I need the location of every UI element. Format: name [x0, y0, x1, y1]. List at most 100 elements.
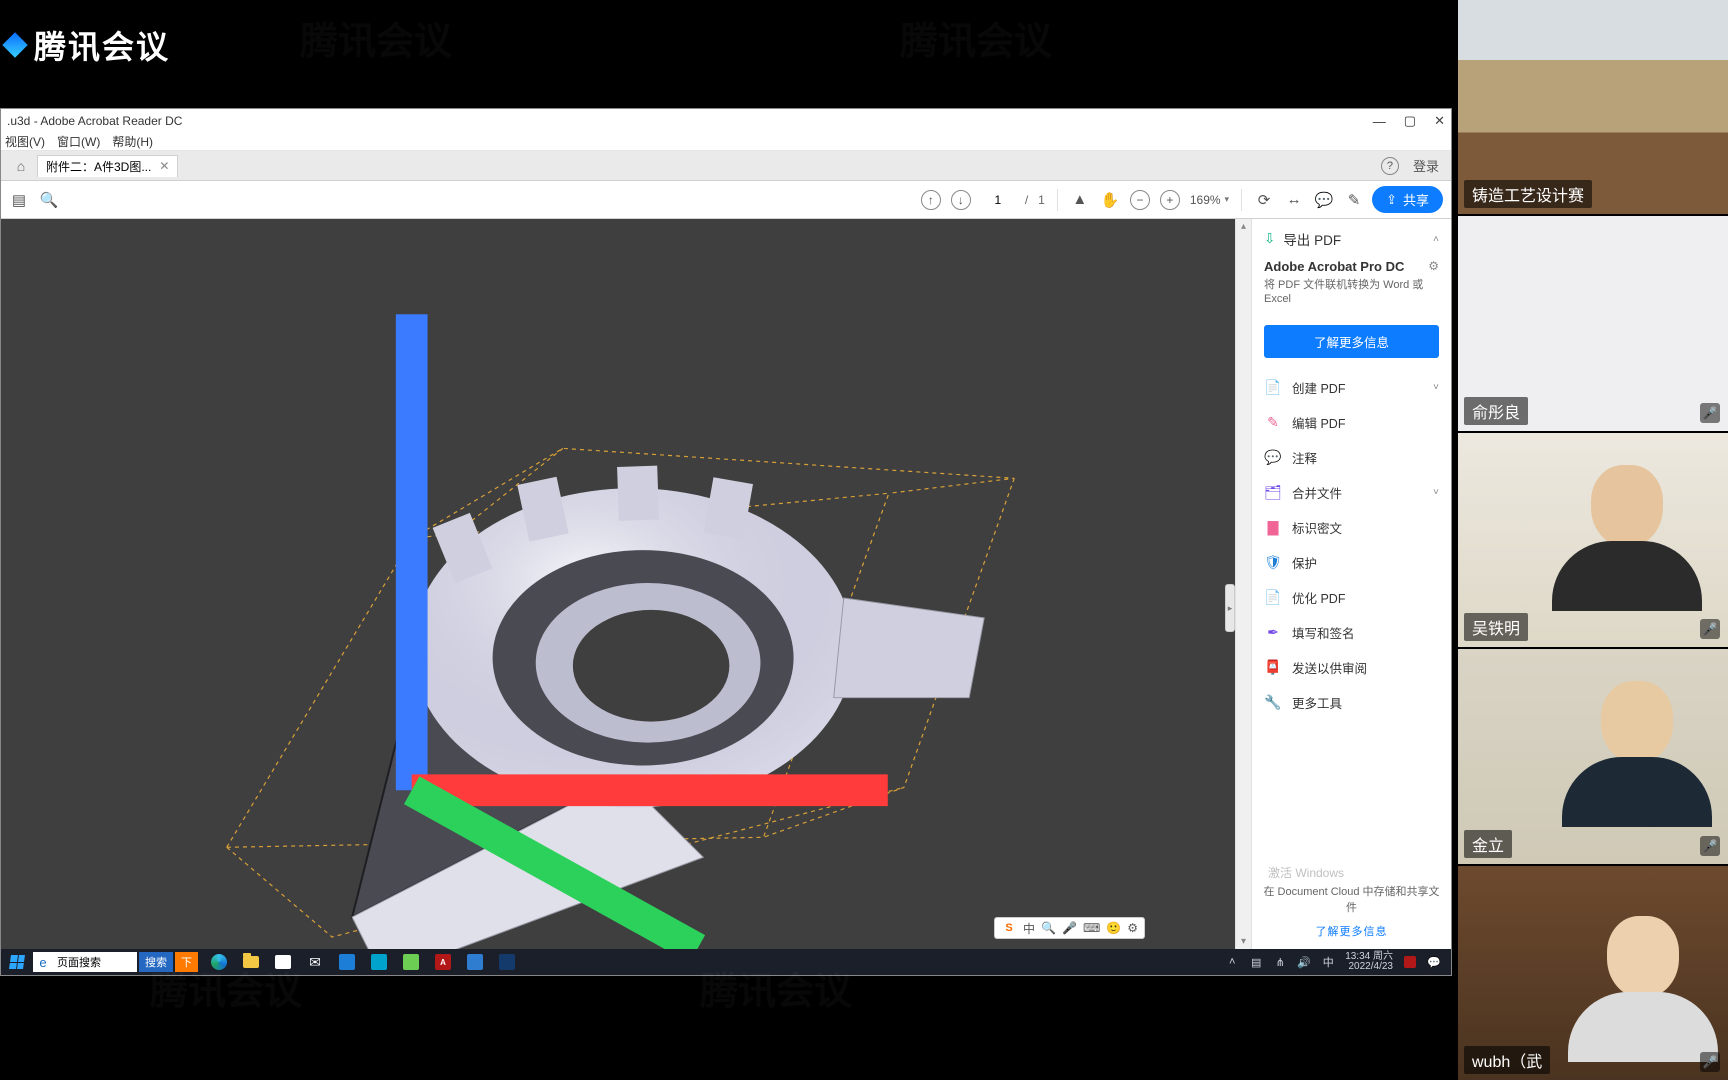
export-pdf-label[interactable]: 导出 PDF [1283, 229, 1341, 249]
ime-voice-icon[interactable]: 🎤 [1062, 921, 1077, 935]
ime-emoji-icon[interactable]: 🙂 [1106, 921, 1121, 935]
page-down-button[interactable]: ↓ [951, 190, 971, 210]
mic-on-icon[interactable]: 🎤 [1700, 1052, 1720, 1072]
sidebar-toggle-icon[interactable]: ▤ [9, 190, 29, 210]
window-close-button[interactable]: ✕ [1434, 113, 1445, 129]
mic-muted-icon[interactable]: 🎤 [1700, 619, 1720, 639]
chevron-down-icon: ˅ [1433, 382, 1439, 393]
document-tab[interactable]: 附件二：A件3D图... ✕ [37, 155, 178, 177]
ime-keyboard-icon[interactable]: ⌨ [1083, 921, 1100, 935]
tools-right-panel: ⇩ 导出 PDF ˄ Adobe Acrobat Pro DC ⚙ 将 PDF … [1251, 219, 1451, 949]
window-titlebar[interactable]: .u3d - Adobe Acrobat Reader DC — ▢ ✕ [1, 109, 1451, 133]
participant-tile[interactable]: 俞彤良 🎤 [1458, 216, 1728, 432]
chevron-up-icon[interactable]: ˄ [1433, 234, 1439, 245]
tray-network-icon[interactable]: ▤ [1249, 955, 1263, 969]
3d-viewer-canvas[interactable]: S 中 🔍 🎤 ⌨ 🙂 ⚙ [1, 219, 1235, 949]
taskbar-search-input[interactable] [53, 956, 137, 968]
participant-tile[interactable]: 铸造工艺设计赛 [1458, 0, 1728, 216]
learn-more-link[interactable]: 了解更多信息 [1262, 923, 1441, 939]
window-maximize-button[interactable]: ▢ [1404, 113, 1416, 129]
tray-ime-icon[interactable]: 中 [1321, 955, 1335, 969]
help-icon[interactable]: ? [1381, 157, 1399, 175]
read-mode-icon[interactable]: 💬 [1314, 190, 1334, 210]
home-tab-button[interactable]: ⌂ [11, 156, 31, 176]
tray-chevron-icon[interactable]: ˄ [1225, 955, 1239, 969]
tool-label: 填写和签名 [1292, 623, 1355, 642]
fit-width-icon[interactable]: ↔ [1284, 190, 1304, 210]
viewer-scrollbar[interactable]: ▴ ▾ [1235, 219, 1251, 949]
tool-icon: 💬 [1264, 448, 1282, 466]
mic-muted-icon[interactable]: 🎤 [1700, 403, 1720, 423]
taskbar-edge-icon[interactable] [208, 951, 230, 973]
tool-item[interactable]: 📄优化 PDF [1252, 580, 1451, 615]
share-button[interactable]: ⇪ 共享 [1372, 186, 1443, 213]
participant-name: 铸造工艺设计赛 [1464, 180, 1592, 208]
tool-item[interactable]: ▇标识密文 [1252, 510, 1451, 545]
tool-item[interactable]: 🗂合并文件˅ [1252, 475, 1451, 510]
page-up-button[interactable]: ↑ [921, 190, 941, 210]
taskbar-acrobat-icon[interactable]: A [432, 951, 454, 973]
system-tray[interactable]: ˄ ▤ ⋔ 🔊 中 13:34 周六 2022/4/23 💬 [1225, 952, 1447, 972]
chevron-down-icon: ˅ [1433, 487, 1439, 498]
tool-label: 优化 PDF [1292, 588, 1345, 607]
promo-cta-button[interactable]: 了解更多信息 [1264, 325, 1439, 358]
taskbar-app-icon[interactable] [400, 951, 422, 973]
gear-icon[interactable]: ⚙ [1428, 259, 1439, 273]
tool-icon: ▇ [1264, 518, 1282, 536]
ime-lang[interactable]: 中 [1023, 920, 1035, 937]
mic-muted-icon[interactable]: 🎤 [1700, 836, 1720, 856]
tray-wifi-icon[interactable]: ⋔ [1273, 955, 1287, 969]
taskbar-download-button[interactable]: 下 [175, 952, 198, 972]
tray-notifications-icon[interactable]: 💬 [1427, 955, 1441, 969]
scroll-down-icon[interactable]: ▾ [1241, 936, 1246, 947]
windows-taskbar[interactable]: e 搜索 下 ✉ A ˄ ▤ ⋔ 🔊 中 [1, 949, 1451, 975]
participant-tile[interactable]: wubh（武 🎤 [1458, 866, 1728, 1080]
tool-item[interactable]: 📄创建 PDF˅ [1252, 368, 1451, 405]
zoom-out-button[interactable]: − [1130, 190, 1150, 210]
shared-screen-window: .u3d - Adobe Acrobat Reader DC — ▢ ✕ 视图(… [0, 108, 1452, 976]
tray-app-icon[interactable] [1403, 955, 1417, 969]
tool-item[interactable]: ✒填写和签名 [1252, 615, 1451, 650]
page-number-input[interactable] [981, 193, 1015, 207]
zoom-in-button[interactable]: + [1160, 190, 1180, 210]
hand-tool-icon[interactable]: ✋ [1100, 190, 1120, 210]
participant-name: 吴铁明 [1464, 613, 1528, 641]
ime-toolbar[interactable]: S 中 🔍 🎤 ⌨ 🙂 ⚙ [994, 917, 1145, 939]
taskbar-photos-icon[interactable] [464, 951, 486, 973]
start-button[interactable] [5, 952, 29, 972]
taskbar-app-icon[interactable] [496, 951, 518, 973]
pointer-tool-icon[interactable]: ▲ [1070, 190, 1090, 210]
ime-search-icon[interactable]: 🔍 [1041, 921, 1056, 935]
zoom-dropdown[interactable]: 169% ▾ [1190, 193, 1229, 207]
taskbar-explorer-icon[interactable] [240, 951, 262, 973]
tool-item[interactable]: ✎编辑 PDF [1252, 405, 1451, 440]
participant-tile[interactable]: 金立 🎤 [1458, 649, 1728, 865]
tray-volume-icon[interactable]: 🔊 [1297, 955, 1311, 969]
tool-item[interactable]: 💬注释 [1252, 440, 1451, 475]
taskbar-clock[interactable]: 13:34 周六 2022/4/23 [1345, 952, 1393, 972]
highlight-icon[interactable]: ✎ [1344, 190, 1364, 210]
taskbar-search[interactable]: e [33, 952, 137, 972]
taskbar-mail-icon[interactable]: ✉ [304, 951, 326, 973]
tool-item[interactable]: 🔧更多工具 [1252, 685, 1451, 720]
ime-settings-icon[interactable]: ⚙ [1127, 921, 1138, 935]
close-tab-button[interactable]: ✕ [159, 159, 169, 173]
menu-window[interactable]: 窗口(W) [57, 133, 100, 150]
rotate-view-icon[interactable]: ⟳ [1254, 190, 1274, 210]
menu-help[interactable]: 帮助(H) [112, 133, 153, 150]
menubar[interactable]: 视图(V) 窗口(W) 帮助(H) [1, 133, 1451, 151]
taskbar-store-icon[interactable] [272, 951, 294, 973]
share-label: 共享 [1403, 190, 1429, 209]
panel-collapse-handle[interactable]: ▸ [1225, 584, 1235, 632]
tool-item[interactable]: 📮发送以供审阅 [1252, 650, 1451, 685]
menu-view[interactable]: 视图(V) [5, 133, 45, 150]
window-minimize-button[interactable]: — [1373, 114, 1386, 129]
participant-tile[interactable]: 吴铁明 🎤 [1458, 433, 1728, 649]
search-icon[interactable]: 🔍 [39, 190, 59, 210]
scroll-up-icon[interactable]: ▴ [1241, 221, 1246, 232]
tool-item[interactable]: 🛡保护 [1252, 545, 1451, 580]
taskbar-search-button[interactable]: 搜索 [139, 952, 173, 972]
login-button[interactable]: 登录 [1413, 156, 1439, 175]
taskbar-app-icon[interactable] [368, 951, 390, 973]
taskbar-app-icon[interactable] [336, 951, 358, 973]
